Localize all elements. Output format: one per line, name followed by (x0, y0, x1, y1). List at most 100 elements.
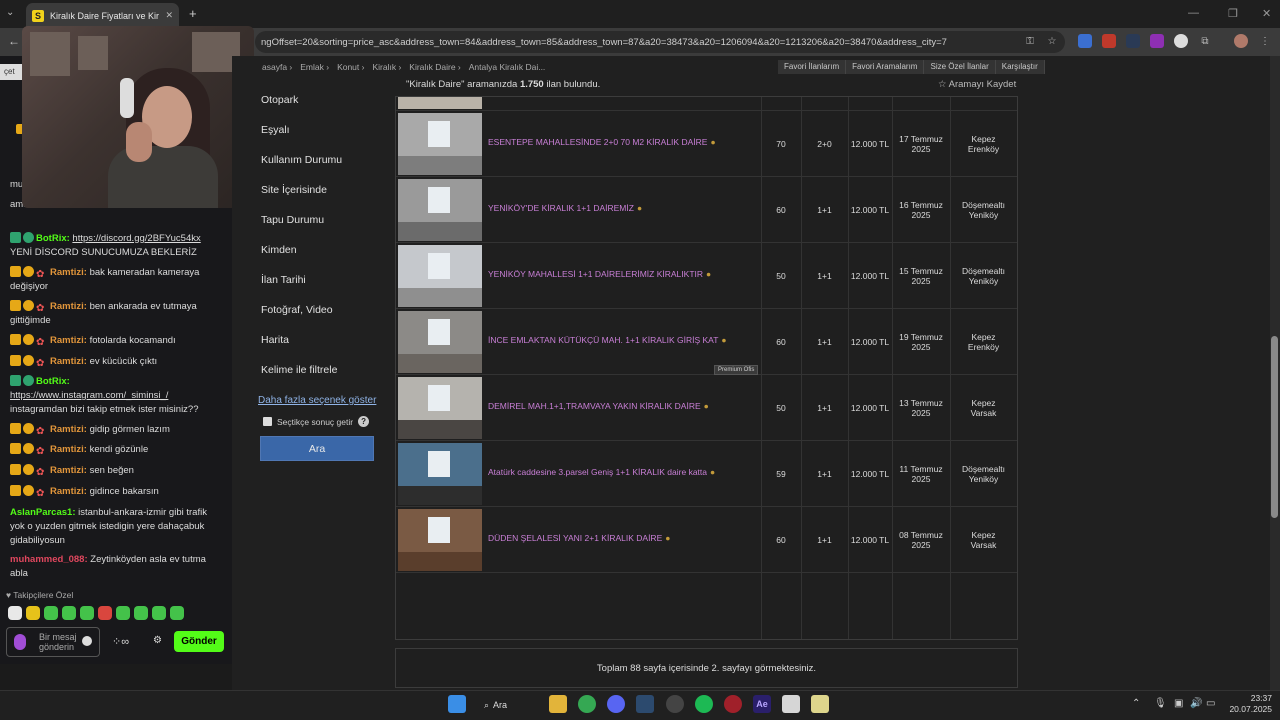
top-link[interactable]: Favori Aramalarım (846, 60, 925, 74)
window-close-icon[interactable]: ✕ (1262, 7, 1271, 20)
listing-thumbnail[interactable] (398, 113, 482, 175)
listing-thumbnail[interactable] (398, 97, 482, 109)
listing-row[interactable]: İNCE EMLAKTAN KÜTÜKÇÜ MAH. 1+1 KİRALIK G… (396, 309, 1017, 375)
emoji-icon[interactable] (82, 636, 92, 646)
listing-thumbnail[interactable] (398, 509, 482, 571)
battery-icon[interactable]: ▭ (1206, 698, 1215, 709)
scrollbar-thumb[interactable] (1271, 336, 1278, 518)
chat-username[interactable]: Ramtizi: (50, 486, 87, 497)
chat-username[interactable]: Ramtizi: (50, 335, 87, 346)
address-bar[interactable]: ngOffset=20&sorting=price_asc&address_to… (255, 31, 1065, 53)
file-explorer-icon[interactable] (549, 695, 567, 713)
gear-icon[interactable]: ⚙ (153, 635, 162, 646)
top-link[interactable]: Karşılaştır (996, 60, 1045, 74)
emote-icon[interactable] (134, 606, 148, 620)
discord-icon[interactable] (607, 695, 625, 713)
chat-link[interactable]: https://discord.gg/2BFYuc54kx (72, 233, 200, 244)
chat-username[interactable]: BotRix: (36, 233, 70, 244)
listing-row[interactable]: ESENTEPE MAHALLESİNDE 2+0 70 M2 KİRALIK … (396, 111, 1017, 177)
extension-icon[interactable] (1174, 34, 1188, 48)
listing-title[interactable]: ESENTEPE MAHALLESİNDE 2+0 70 M2 KİRALIK … (488, 137, 716, 147)
chat-username[interactable]: Ramtizi: (50, 301, 87, 312)
filter-item[interactable]: Kimden (261, 244, 297, 256)
side-input[interactable]: çet (0, 64, 22, 80)
save-search-link[interactable]: ☆ Aramayı Kaydet (938, 79, 1016, 90)
mic-tray-icon[interactable]: 🎙 (1154, 698, 1167, 709)
infinity-icon[interactable]: ⁘∞ (112, 635, 129, 648)
listing-thumbnail[interactable] (398, 179, 482, 241)
app-icon[interactable] (636, 695, 654, 713)
listing-title[interactable]: DÜDEN ŞELALESİ YANI 2+1 KİRALIK DAİRE ● (488, 533, 670, 543)
chat-username[interactable]: muhammed_088: (10, 554, 88, 565)
profile-avatar[interactable] (1234, 34, 1248, 48)
chat-username[interactable]: Ramtizi: (50, 465, 87, 476)
help-icon[interactable]: ? (358, 416, 370, 427)
steam-icon[interactable] (666, 695, 684, 713)
listing-thumbnail[interactable] (398, 377, 482, 439)
translate-extension-icon[interactable] (1078, 34, 1092, 48)
browser-tab[interactable]: S Kiralık Daire Fiyatları ve Kiralık E ✕ (26, 3, 179, 28)
auto-results-checkbox[interactable] (263, 417, 272, 426)
microphone-icon[interactable] (14, 634, 26, 650)
tab-list-icon[interactable]: ⌄ (6, 7, 14, 18)
emote-icon[interactable] (8, 606, 22, 620)
after-effects-icon[interactable]: Ae (753, 695, 771, 713)
listing-title[interactable]: İNCE EMLAKTAN KÜTÜKÇÜ MAH. 1+1 KİRALIK G… (488, 335, 727, 345)
filter-item[interactable]: Eşyalı (261, 124, 290, 136)
filter-item[interactable]: Kullanım Durumu (261, 154, 342, 166)
send-button[interactable]: Gönder (174, 631, 224, 652)
extension-icon[interactable] (1126, 34, 1140, 48)
listing-title[interactable]: Atatürk caddesine 3.parsel Geniş 1+1 KİR… (488, 467, 715, 477)
breadcrumb-item[interactable]: Emlak › (300, 62, 329, 72)
listing-title[interactable]: DEMİREL MAH.1+1,TRAMVAYA YAKIN KİRALIK D… (488, 401, 709, 411)
extension-icon[interactable] (1102, 34, 1116, 48)
top-link[interactable]: Size Özel İlanlar (924, 60, 996, 74)
filter-item[interactable]: Otopark (261, 94, 298, 106)
extensions-puzzle-icon[interactable]: ⧉ (1198, 34, 1212, 48)
chat-username[interactable]: AslanParcas1: (10, 507, 75, 518)
notepad-icon[interactable] (811, 695, 829, 713)
breadcrumb-item[interactable]: asayfa › (262, 62, 292, 72)
listing-row[interactable]: DÜDEN ŞELALESİ YANI 2+1 KİRALIK DAİRE ● 60… (396, 507, 1017, 573)
emote-icon[interactable] (62, 606, 76, 620)
emote-icon[interactable] (116, 606, 130, 620)
listing-row[interactable]: YENİKÖY'DE KİRALIK 1+1 DAİREMİZ ● 60 1+1 12.… (396, 177, 1017, 243)
filter-item[interactable]: Site İçerisinde (261, 184, 327, 196)
maximize-icon[interactable]: ❐ (1228, 7, 1238, 20)
back-icon[interactable]: ← (8, 34, 20, 48)
chat-username[interactable]: Ramtizi: (50, 444, 87, 455)
filter-item[interactable]: İlan Tarihi (261, 274, 306, 286)
emote-icon[interactable] (170, 606, 184, 620)
emote-icon[interactable] (44, 606, 58, 620)
listing-title[interactable]: YENİKÖY'DE KİRALIK 1+1 DAİREMİZ ● (488, 203, 642, 213)
listing-thumbnail[interactable] (398, 245, 482, 307)
chrome-icon[interactable] (578, 695, 596, 713)
filter-item[interactable]: Kelime ile filtrele (261, 364, 337, 376)
search-button[interactable]: Ara (260, 436, 374, 461)
listing-row[interactable]: Atatürk caddesine 3.parsel Geniş 1+1 KİR… (396, 441, 1017, 507)
chat-username[interactable]: Ramtizi: (50, 356, 87, 367)
windows-start-icon[interactable] (448, 695, 466, 713)
listing-row[interactable]: DEMİREL MAH.1+1,TRAMVAYA YAKIN KİRALIK D… (396, 375, 1017, 441)
filter-item[interactable]: Fotoğraf, Video (261, 304, 333, 316)
listing-title[interactable]: YENİKÖY MAHALLESİ 1+1 DAİRELERİMİZ KİRAL… (488, 269, 711, 279)
breadcrumb-item[interactable]: Kiralık › (372, 62, 401, 72)
listing-thumbnail[interactable] (398, 311, 482, 373)
chat-username[interactable]: BotRix: (36, 376, 70, 387)
breadcrumb-item[interactable]: Antalya Kiralık Dai... (469, 62, 546, 72)
minimize-icon[interactable]: — (1188, 7, 1199, 19)
volume-icon[interactable]: 🔊 (1190, 698, 1202, 709)
listing-row[interactable]: YENİKÖY MAHALLESİ 1+1 DAİRELERİMİZ KİRAL… (396, 243, 1017, 309)
tray-icon[interactable]: ▣ (1174, 698, 1183, 709)
spotify-icon[interactable] (695, 695, 713, 713)
chat-link[interactable]: https://www.instagram.com/_siminsi_/ (10, 390, 168, 401)
more-filters-link[interactable]: Daha fazla seçenek göster (258, 395, 376, 406)
emote-icon[interactable] (98, 606, 112, 620)
key-icon[interactable]: ⚿ (1023, 34, 1037, 48)
menu-icon[interactable]: ⋮ (1258, 34, 1272, 48)
bookmark-star-icon[interactable]: ☆ (1045, 34, 1059, 48)
emote-icon[interactable] (80, 606, 94, 620)
new-tab-icon[interactable]: + (189, 6, 197, 21)
tray-chevron-icon[interactable]: ⌃ (1132, 698, 1140, 709)
breadcrumb-item[interactable]: Konut › (337, 62, 364, 72)
